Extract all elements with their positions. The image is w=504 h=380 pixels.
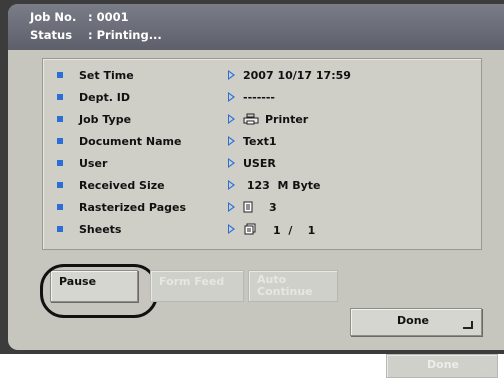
detail-label: User — [79, 157, 108, 170]
detail-row-sheets: Sheets 1 / 1 — [53, 219, 473, 241]
arrow-icon — [228, 92, 235, 102]
detail-value: 1 / 1 — [273, 224, 316, 237]
highlight-ring — [40, 264, 158, 318]
bullet-icon — [57, 226, 63, 232]
detail-row-set-time: Set Time 2007 10/17 17:59 — [53, 65, 473, 87]
bullet-icon — [57, 94, 63, 100]
detail-row-received-size: Received Size 123 M Byte — [53, 175, 473, 197]
auto-continue-button[interactable]: Auto Continue — [248, 270, 338, 302]
detail-label: Document Name — [79, 135, 182, 148]
arrow-icon — [228, 114, 235, 124]
sheets-icon — [244, 223, 256, 235]
detail-row-user: User USER — [53, 153, 473, 175]
detail-value-wrap: 3 — [243, 201, 277, 214]
bullet-icon — [57, 204, 63, 210]
detail-row-rasterized-pages: Rasterized Pages 3 — [53, 197, 473, 219]
form-feed-label: Form Feed — [159, 275, 225, 288]
done-bottom-button[interactable]: Done — [386, 354, 498, 378]
bullet-icon — [57, 138, 63, 144]
detail-value: Text1 — [243, 135, 277, 148]
bullet-icon — [57, 160, 63, 166]
job-number-value: : 0001 — [88, 10, 129, 24]
detail-label: Received Size — [79, 179, 165, 192]
arrow-icon — [228, 202, 235, 212]
auto-continue-line2: Continue — [257, 285, 313, 298]
form-feed-button[interactable]: Form Feed — [150, 270, 244, 302]
arrow-icon — [228, 136, 235, 146]
printer-icon — [243, 113, 259, 125]
detail-label: Set Time — [79, 69, 134, 82]
auto-continue-label: Auto Continue — [257, 274, 313, 298]
detail-row-dept-id: Dept. ID ------- — [53, 87, 473, 109]
detail-value: ------- — [243, 91, 275, 104]
detail-value-wrap: 1 / 1 — [243, 223, 315, 237]
detail-label: Rasterized Pages — [79, 201, 186, 214]
detail-value: Printer — [265, 113, 309, 126]
return-icon — [463, 321, 473, 329]
status-label: Status — [30, 28, 73, 42]
detail-row-document-name: Document Name Text1 — [53, 131, 473, 153]
detail-value-wrap: Printer — [243, 113, 308, 126]
arrow-icon — [228, 158, 235, 168]
job-header: Job No. : 0001 Status : Printing... — [8, 4, 504, 50]
detail-row-job-type: Job Type Printer — [53, 109, 473, 131]
done-bottom-label: Done — [427, 358, 459, 371]
bullet-icon — [57, 182, 63, 188]
job-details-panel: Set Time 2007 10/17 17:59 Dept. ID -----… — [42, 58, 482, 250]
detail-value: 2007 10/17 17:59 — [243, 69, 351, 82]
job-number-label: Job No. — [30, 10, 77, 24]
detail-value: USER — [243, 157, 276, 170]
detail-label: Sheets — [79, 223, 122, 236]
bullet-icon — [57, 116, 63, 122]
page-icon — [243, 201, 253, 213]
done-label: Done — [397, 314, 429, 327]
arrow-icon — [228, 224, 235, 234]
detail-value: 123 M Byte — [243, 179, 321, 192]
detail-label: Dept. ID — [79, 91, 130, 104]
arrow-icon — [228, 180, 235, 190]
done-button[interactable]: Done — [350, 308, 482, 336]
detail-label: Job Type — [79, 113, 132, 126]
status-value: : Printing... — [88, 28, 162, 42]
detail-value: 3 — [269, 201, 277, 214]
arrow-icon — [228, 70, 235, 80]
bullet-icon — [57, 72, 63, 78]
return-icon — [479, 363, 489, 371]
